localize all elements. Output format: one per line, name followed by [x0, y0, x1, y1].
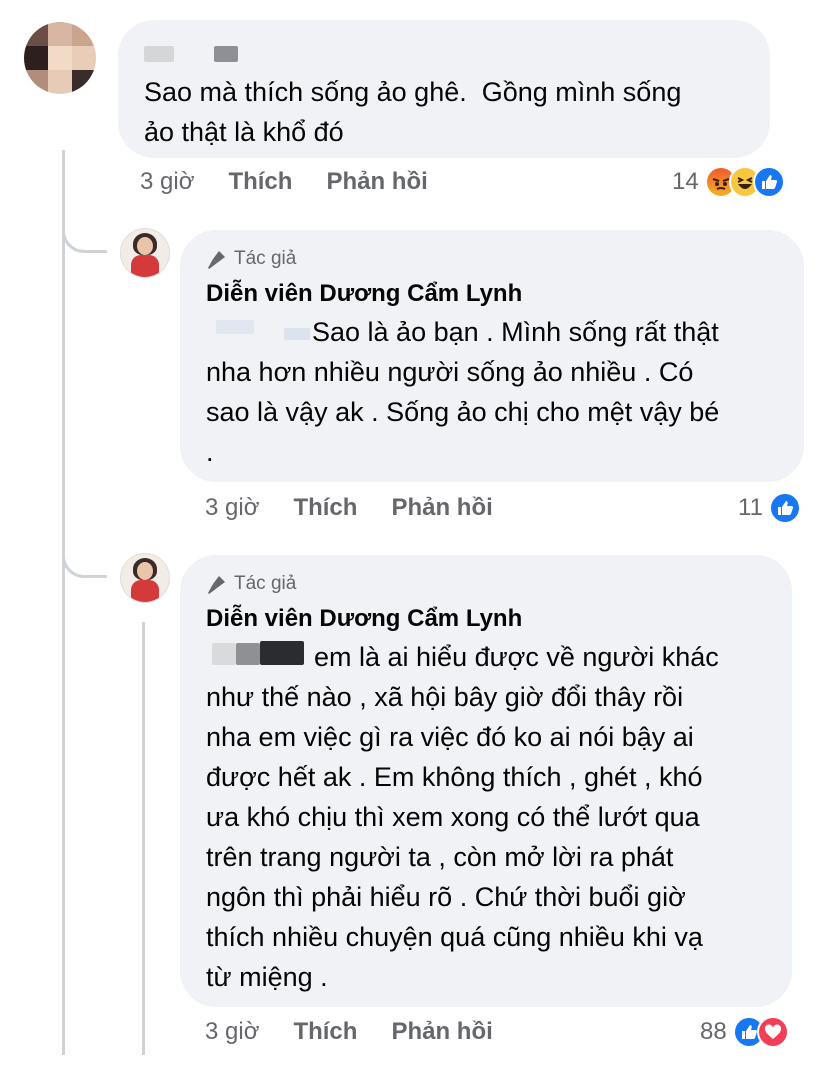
author-badge: Tác giả [206, 248, 296, 270]
reaction-summary[interactable]: 11 [738, 492, 801, 524]
reply-text: Sao là ảo bạn . Mình sống rất thật nha h… [206, 317, 720, 467]
reply-bubble: Tác giả Diễn viên Dương Cẩm Lynh em là a… [180, 555, 792, 1007]
reply-time[interactable]: 3 giờ [205, 494, 259, 522]
reply-text: em là ai hiểu được về người khác như thế… [206, 642, 719, 992]
microphone-icon [208, 251, 225, 269]
like-icon [768, 492, 801, 524]
reaction-count: 88 [700, 1018, 727, 1045]
comment-time[interactable]: 3 giờ [140, 168, 194, 196]
author-avatar[interactable] [120, 228, 170, 278]
reply-thread-line [142, 622, 145, 1055]
reaction-summary[interactable]: 88 [700, 1016, 789, 1048]
author-badge-label: Tác giả [234, 573, 297, 594]
commenter-avatar[interactable] [24, 22, 96, 94]
reply-button[interactable]: Phản hồi [391, 1018, 492, 1046]
reply-time[interactable]: 3 giờ [205, 1018, 259, 1046]
love-icon [756, 1016, 789, 1048]
author-badge-label: Tác giả [234, 248, 297, 269]
like-icon [752, 166, 785, 198]
author-avatar[interactable] [120, 553, 170, 603]
thread-connector [62, 205, 107, 253]
reaction-count: 14 [672, 168, 699, 195]
author-badge: Tác giả [206, 573, 296, 595]
thread-line [62, 150, 65, 1055]
author-name[interactable]: Diễn viên Dương Cẩm Lynh [206, 605, 522, 633]
like-button[interactable]: Thích [293, 494, 357, 522]
reply-button[interactable]: Phản hồi [391, 494, 492, 522]
microphone-icon [208, 576, 225, 594]
reply-actions: 3 giờ Thích Phản hồi [205, 1018, 493, 1046]
reply-bubble: Tác giả Diễn viên Dương Cẩm Lynh Sao là … [180, 230, 804, 482]
author-name[interactable]: Diễn viên Dương Cẩm Lynh [206, 280, 522, 308]
blurred-name [144, 46, 174, 62]
like-button[interactable]: Thích [293, 1018, 357, 1046]
thread-connector [62, 530, 107, 578]
reaction-count: 11 [738, 494, 763, 521]
reply-button[interactable]: Phản hồi [326, 168, 427, 196]
comment-text: Sao mà thích sống ảo ghê. Gồng mình sống… [144, 77, 682, 147]
blurred-name [214, 46, 238, 62]
comment-bubble: Sao mà thích sống ảo ghê. Gồng mình sống… [118, 20, 770, 158]
like-button[interactable]: Thích [228, 168, 292, 196]
reply-actions: 3 giờ Thích Phản hồi [205, 494, 493, 522]
comment-actions: 3 giờ Thích Phản hồi [140, 168, 428, 196]
reaction-summary[interactable]: 14 [672, 166, 785, 198]
